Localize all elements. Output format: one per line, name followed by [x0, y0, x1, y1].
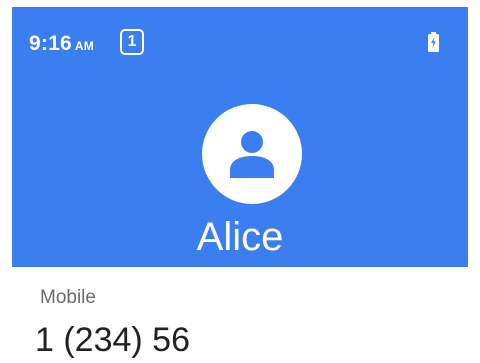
notification-count-badge: 1 — [120, 29, 144, 55]
status-bar: 9:16 AM 1 — [12, 7, 468, 67]
clock-ampm: AM — [74, 39, 94, 53]
notification-count: 1 — [127, 33, 137, 50]
avatar — [202, 104, 302, 204]
contact-header: 9:16 AM 1 Alice — [12, 7, 468, 267]
contact-name: Alice — [196, 215, 284, 259]
battery-icon — [428, 32, 439, 52]
person-icon — [230, 131, 274, 178]
status-time: 9:16 AM — [29, 33, 94, 57]
phone-type-label: Mobile — [40, 287, 96, 308]
clock-time: 9:16 — [29, 32, 72, 55]
phone-number[interactable]: 1 (234) 56 — [35, 320, 190, 360]
